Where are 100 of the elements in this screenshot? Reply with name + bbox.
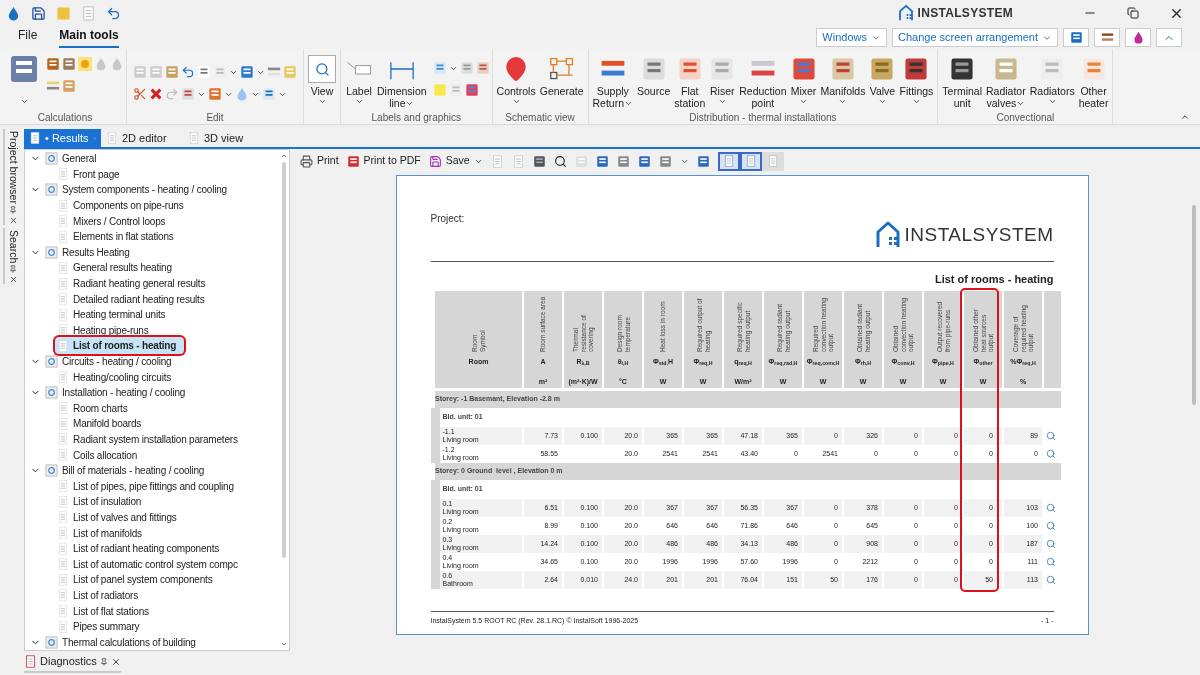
- tree-item[interactable]: List of pipes, pipe fittings and coupling: [55, 477, 242, 495]
- tree-item[interactable]: Radiant system installation parameters: [55, 431, 246, 448]
- tree-item[interactable]: Components on pipe-runs: [55, 197, 192, 215]
- toolbar-button[interactable]: Print: [300, 153, 339, 169]
- menu-tab[interactable]: File: [18, 26, 38, 48]
- tree-item[interactable]: List of valves and fittings: [55, 508, 185, 526]
- toolbar-button[interactable]: Save: [428, 153, 483, 169]
- tree-group[interactable]: System components - heating / cooling: [62, 182, 227, 198]
- undo-icon[interactable]: [106, 5, 121, 21]
- tree-group[interactable]: Thermal calculations of building: [62, 634, 196, 650]
- view-toggle[interactable]: [717, 151, 740, 171]
- tree-item[interactable]: Pipes summary: [55, 618, 148, 636]
- ribbon-button[interactable]: Radiator valves: [984, 49, 1028, 110]
- ribbon-button[interactable]: Riser: [707, 49, 738, 110]
- ribbon-button[interactable]: View: [306, 49, 338, 110]
- tree-item[interactable]: Detailed radiant heating results: [55, 290, 213, 308]
- close-icon[interactable]: [110, 656, 121, 667]
- scroll-up-icon[interactable]: [280, 152, 288, 160]
- pin-icon[interactable]: [99, 657, 108, 666]
- project-label: Project:: [430, 212, 465, 226]
- magnifier-icon[interactable]: [1046, 502, 1056, 513]
- magnifier-icon[interactable]: [1046, 520, 1056, 531]
- info-button[interactable]: [1125, 28, 1151, 47]
- tree-item[interactable]: General results heating: [55, 259, 180, 277]
- report-folder-icon: [45, 355, 58, 368]
- side-panel-tab[interactable]: Project browser: [5, 131, 21, 204]
- tree-item[interactable]: List of flat stations: [55, 602, 157, 620]
- magnifier-icon[interactable]: [1046, 538, 1056, 549]
- close-icon[interactable]: [8, 215, 18, 225]
- restore-icon[interactable]: [1127, 7, 1139, 19]
- diagnostics-tab[interactable]: Diagnostics: [40, 653, 97, 670]
- ribbon-button[interactable]: Label: [343, 49, 375, 110]
- tree-item[interactable]: List of manifolds: [55, 524, 150, 542]
- ribbon-button[interactable]: Supply Return: [590, 49, 635, 110]
- roll-button[interactable]: [1094, 28, 1120, 47]
- ribbon-button[interactable]: Dimension line: [375, 49, 429, 110]
- document-tab[interactable]: 3D view: [183, 129, 265, 147]
- tree-group[interactable]: General: [62, 151, 97, 167]
- tree-item[interactable]: Elements in flat stations: [55, 228, 182, 246]
- side-panel-tab[interactable]: Search: [5, 229, 21, 264]
- report-folder-icon: [45, 152, 58, 166]
- document-tab[interactable]: 2D editor: [101, 129, 183, 147]
- ribbon-button[interactable]: Terminal unit: [940, 49, 984, 110]
- view-toggle[interactable]: [739, 151, 762, 171]
- search-icon[interactable]: [553, 154, 567, 168]
- tree-group[interactable]: Bill of materials - heating / cooling: [62, 463, 205, 479]
- ribbon-button[interactable]: Source: [635, 49, 673, 110]
- pin-icon[interactable]: [9, 205, 17, 214]
- tree-item[interactable]: Radiant heating general results: [55, 275, 214, 293]
- view-toggle[interactable]: [761, 151, 784, 171]
- tree-item[interactable]: List of insulation: [55, 493, 150, 511]
- undo-icon[interactable]: [181, 65, 195, 79]
- tree-item[interactable]: List of panel system components: [55, 571, 221, 589]
- tree-group[interactable]: Results Heating: [62, 244, 130, 260]
- toolbar-button[interactable]: Print to PDF: [346, 153, 421, 169]
- ribbon-button[interactable]: Radiators: [1027, 49, 1077, 110]
- ribbon-button[interactable]: Controls: [494, 49, 538, 110]
- magnifier-icon[interactable]: [1046, 556, 1056, 567]
- save-icon[interactable]: [31, 5, 46, 21]
- pin-icon[interactable]: [9, 265, 17, 274]
- tree-item[interactable]: Front page: [55, 165, 128, 183]
- tree-item[interactable]: List of automatic control system compc: [55, 555, 246, 573]
- tree-group[interactable]: Circuits - heating / cooling: [62, 354, 172, 369]
- delete-icon: [149, 87, 163, 101]
- page-icon: [766, 155, 779, 167]
- tab-icon: [29, 132, 41, 144]
- scroll-down-icon[interactable]: [280, 640, 288, 648]
- tree-item[interactable]: Mixers / Control loops: [55, 212, 174, 230]
- scissors-icon[interactable]: [133, 87, 147, 101]
- tree-item[interactable]: List of radiators: [55, 586, 146, 604]
- magnifier-icon[interactable]: [1046, 448, 1056, 459]
- dropdown-button[interactable]: Windows: [816, 28, 887, 47]
- floppy-icon: [428, 154, 442, 168]
- tree-item[interactable]: Heating/cooling circuits: [55, 368, 180, 386]
- ribbon-button[interactable]: Flat station: [672, 49, 708, 110]
- tree-item[interactable]: Heating pipe-runs: [55, 321, 157, 339]
- tree-item[interactable]: Coils allocation: [55, 446, 146, 464]
- ribbon-button[interactable]: Manifolds: [818, 49, 868, 110]
- magnifier-icon[interactable]: [1046, 574, 1056, 585]
- tree-item[interactable]: Manifold boards: [55, 415, 150, 433]
- tree-item[interactable]: List of rooms - heating: [55, 337, 185, 355]
- close-icon[interactable]: [8, 275, 18, 285]
- ribbon-button[interactable]: Fittings: [897, 49, 936, 110]
- ribbon-button[interactable]: Valve: [867, 49, 898, 110]
- dropdown-button[interactable]: Change screen arrangement: [891, 28, 1058, 47]
- tree-item[interactable]: Room charts: [55, 399, 136, 417]
- tree-item[interactable]: List of radiant heating components: [55, 540, 228, 558]
- ribbon-button[interactable]: Generate: [537, 49, 586, 110]
- tree-group[interactable]: Installation - heating / cooling: [62, 385, 186, 401]
- magnifier-icon[interactable]: [1046, 430, 1056, 441]
- ribbon-button[interactable]: Other heater: [1076, 49, 1111, 110]
- report-folder-icon: [45, 635, 58, 649]
- ribbon-button[interactable]: Reduction point: [737, 49, 789, 110]
- monitor-button[interactable]: [1063, 28, 1089, 47]
- collapse-ribbon-icon[interactable]: [1180, 112, 1190, 122]
- group-label: Labels and graphics: [371, 111, 462, 124]
- report-folder-icon: [45, 386, 58, 400]
- document-tab[interactable]: • Results: [24, 129, 101, 147]
- tree-item[interactable]: Heating terminal units: [55, 306, 174, 324]
- ribbon-button[interactable]: Mixer: [788, 49, 819, 110]
